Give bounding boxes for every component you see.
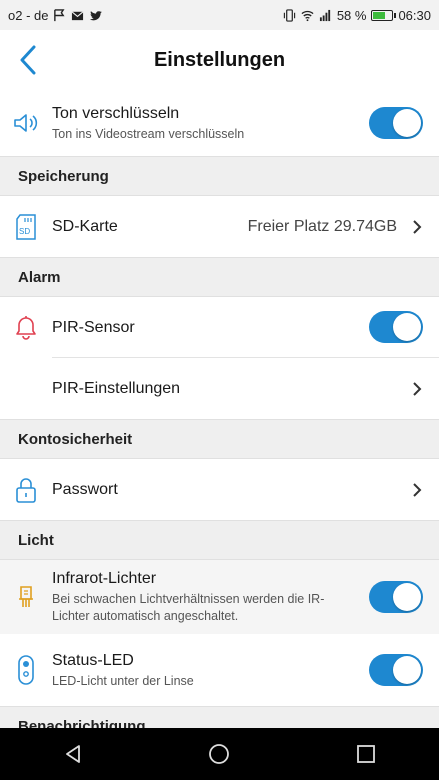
infrared-row: Infrarot-Lichter Bei schwachen Lichtverh… <box>0 560 439 634</box>
pir-sensor-toggle[interactable] <box>369 311 423 343</box>
section-storage: Speicherung <box>0 156 439 196</box>
password-title: Passwort <box>52 480 118 498</box>
chevron-right-icon <box>413 219 422 234</box>
nav-home-icon <box>209 744 230 764</box>
section-alarm: Alarm <box>0 257 439 297</box>
password-row[interactable]: Passwort <box>0 459 439 520</box>
signal-icon <box>319 9 330 21</box>
vibrate-icon <box>283 8 295 22</box>
nav-home-button[interactable] <box>189 734 249 774</box>
audio-encrypt-title: Ton verschlüsseln <box>52 104 180 122</box>
back-button[interactable] <box>8 38 48 82</box>
svg-text:SD: SD <box>19 227 30 236</box>
wifi-icon <box>301 10 314 21</box>
pir-settings-row[interactable]: PIR-Einstellungen <box>0 358 439 419</box>
sd-card-free-space: Freier Platz 29.74GB <box>247 217 397 235</box>
page-title: Einstellungen <box>153 48 286 71</box>
pir-sensor-title: PIR-Sensor <box>52 318 135 336</box>
pir-sensor-row: PIR-Sensor <box>0 297 439 358</box>
status-right: 58 % 06:30 <box>283 8 431 23</box>
pir-settings-title: PIR-Einstellungen <box>52 379 181 397</box>
audio-encrypt-toggle[interactable] <box>369 107 423 139</box>
battery-percent: 58 % <box>336 7 367 23</box>
camera-led-icon <box>12 655 40 685</box>
infrared-toggle[interactable] <box>369 581 423 613</box>
carrier-label: o2 - de <box>8 7 49 23</box>
back-arrow-icon <box>20 45 36 75</box>
clock: 06:30 <box>398 7 431 23</box>
section-light: Licht <box>0 520 439 560</box>
nav-back-button[interactable] <box>43 734 103 774</box>
status-led-subtitle: LED-Licht unter der Linse <box>52 673 194 688</box>
audio-encrypt-subtitle: Ton ins Videostream verschlüsseln <box>52 126 245 141</box>
bell-icon <box>12 314 40 342</box>
nav-recent-icon <box>356 745 375 763</box>
infrared-light-icon <box>12 583 40 611</box>
flag-icon <box>54 8 65 21</box>
nav-recent-button[interactable] <box>336 734 396 774</box>
status-left: o2 - de <box>8 7 103 23</box>
sd-card-icon: SD <box>12 213 40 241</box>
status-led-row: Status-LED LED-Licht unter der Linse <box>0 634 439 706</box>
battery-icon <box>371 9 397 21</box>
chevron-right-icon <box>413 482 422 497</box>
status-led-title: Status-LED <box>52 651 134 669</box>
status-bar: o2 - de 58 % 06:30 <box>0 0 439 30</box>
section-notifications: Benachrichtigung <box>0 706 439 728</box>
infrared-subtitle: Bei schwachen Lichtverhältnissen werden … <box>52 592 325 623</box>
chevron-right-icon <box>413 381 422 396</box>
mail-icon <box>72 10 84 20</box>
infrared-title: Infrarot-Lichter <box>52 570 157 587</box>
app-bar: Einstellungen <box>0 30 439 90</box>
section-account-security: Kontosicherheit <box>0 419 439 459</box>
twitter-icon <box>90 10 103 20</box>
settings-list: Ton verschlüsseln Ton ins Videostream ve… <box>0 90 439 728</box>
sd-card-row[interactable]: SD SD-Karte Freier Platz 29.74GB <box>0 196 439 257</box>
system-nav-bar <box>0 728 439 780</box>
nav-back-icon <box>66 745 81 763</box>
status-led-toggle[interactable] <box>369 654 423 686</box>
speaker-icon <box>12 109 40 137</box>
lock-icon <box>12 476 40 504</box>
audio-encrypt-row: Ton verschlüsseln Ton ins Videostream ve… <box>0 90 439 156</box>
